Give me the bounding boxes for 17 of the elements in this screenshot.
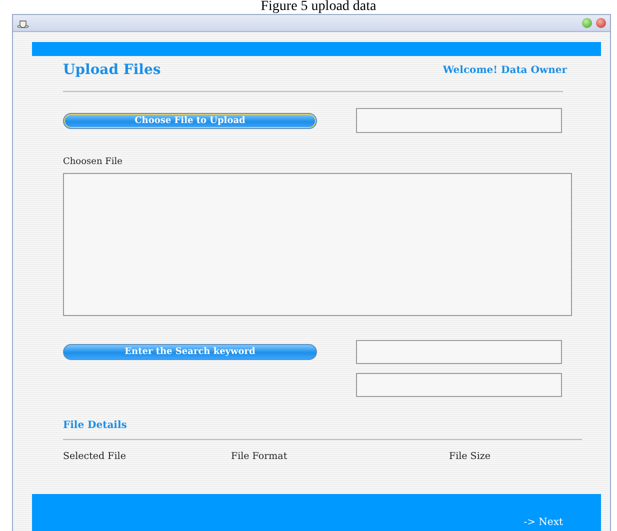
figure-caption: Figure 5 upload data	[260, 0, 376, 14]
search-field[interactable]	[356, 373, 562, 397]
next-link[interactable]: -> Next	[524, 517, 563, 528]
file-path-field[interactable]	[356, 108, 562, 133]
search-field[interactable]	[356, 340, 562, 364]
minimize-button[interactable]	[582, 18, 592, 28]
section-title: File Details	[63, 420, 128, 433]
close-button[interactable]	[596, 18, 606, 28]
cup-icon	[17, 18, 29, 28]
column-header: File Size	[449, 451, 492, 462]
column-header: Selected File	[63, 451, 127, 462]
column-header: File Format	[231, 451, 288, 462]
choose-file-button[interactable]: Choose File to Upload	[63, 112, 317, 128]
page-title: Upload Files	[63, 62, 161, 78]
search-keyword-button[interactable]: Enter the Search keyword	[63, 344, 317, 360]
welcome-text: Welcome! Data Owner	[442, 64, 567, 76]
chosen-file-label: Choosen File	[63, 157, 124, 169]
